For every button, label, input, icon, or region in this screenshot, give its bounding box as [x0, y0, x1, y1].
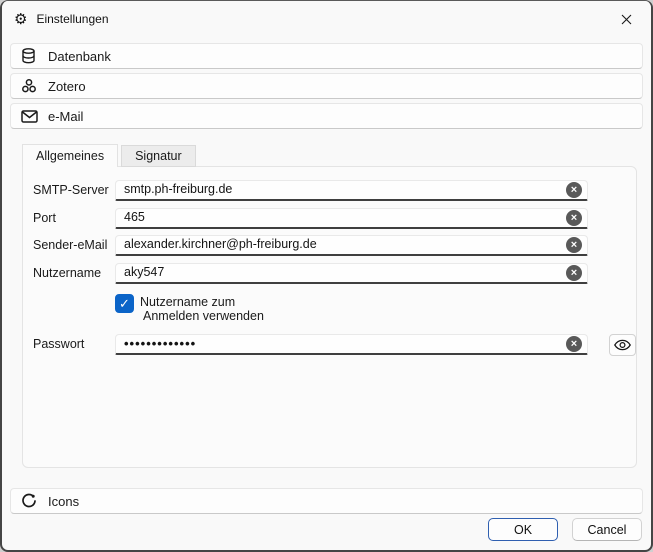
- username-label: Nutzername: [33, 263, 113, 284]
- section-datenbank-label: Datenbank: [48, 49, 111, 64]
- password-input[interactable]: [115, 334, 588, 355]
- settings-dialog: ⚙ Einstellungen Datenbank Zotero: [0, 0, 653, 552]
- mail-icon: [21, 108, 38, 125]
- section-icons-label: Icons: [48, 494, 79, 509]
- tab-signatur[interactable]: Signatur: [121, 145, 196, 167]
- clear-icon[interactable]: ×: [566, 237, 582, 253]
- eye-icon: [614, 339, 631, 351]
- section-zotero-label: Zotero: [48, 79, 86, 94]
- sender-email-input[interactable]: [115, 235, 588, 256]
- check-icon: ✓: [119, 296, 130, 312]
- close-icon: [621, 14, 632, 25]
- sender-email-row: Sender-eMail ×: [33, 235, 626, 256]
- use-username-label: Nutzername zum Anmelden verwenden: [140, 294, 264, 324]
- port-row: Port ×: [33, 208, 626, 229]
- tab-allgemeines[interactable]: Allgemeines: [22, 144, 118, 167]
- ok-button[interactable]: OK: [488, 518, 558, 541]
- window-title: Einstellungen: [36, 12, 108, 26]
- clear-icon[interactable]: ×: [566, 182, 582, 198]
- use-username-row: ✓ Nutzername zum Anmelden verwenden: [115, 294, 264, 324]
- email-general-panel: SMTP-Server × Port × Sender-eMail × Nutz…: [22, 166, 637, 468]
- port-input[interactable]: [115, 208, 588, 229]
- port-label: Port: [33, 208, 113, 229]
- password-row: Passwort ×: [33, 334, 626, 355]
- cancel-button[interactable]: Cancel: [572, 518, 642, 541]
- smtp-server-row: SMTP-Server ×: [33, 180, 626, 201]
- smtp-server-label: SMTP-Server: [33, 180, 113, 201]
- section-datenbank[interactable]: Datenbank: [10, 43, 643, 69]
- username-input[interactable]: [115, 263, 588, 284]
- section-email[interactable]: e-Mail: [10, 103, 643, 129]
- gear-icon: ⚙: [14, 12, 27, 27]
- sender-email-label: Sender-eMail: [33, 235, 113, 256]
- email-tabstrip: Allgemeines Signatur: [22, 144, 196, 167]
- clear-icon[interactable]: ×: [566, 210, 582, 226]
- smtp-server-input[interactable]: [115, 180, 588, 201]
- password-label: Passwort: [33, 334, 113, 355]
- section-email-label: e-Mail: [48, 109, 83, 124]
- section-zotero[interactable]: Zotero: [10, 73, 643, 99]
- refresh-icon: [21, 493, 38, 510]
- zotero-icon: [21, 78, 38, 95]
- clear-icon[interactable]: ×: [566, 265, 582, 281]
- username-row: Nutzername ×: [33, 263, 626, 284]
- section-icons[interactable]: Icons: [10, 488, 643, 514]
- close-button[interactable]: [611, 7, 641, 31]
- database-icon: [21, 48, 38, 65]
- title-bar: ⚙ Einstellungen: [2, 1, 651, 37]
- reveal-password-button[interactable]: [609, 334, 636, 356]
- use-username-checkbox[interactable]: ✓: [115, 294, 134, 313]
- clear-icon[interactable]: ×: [566, 336, 582, 352]
